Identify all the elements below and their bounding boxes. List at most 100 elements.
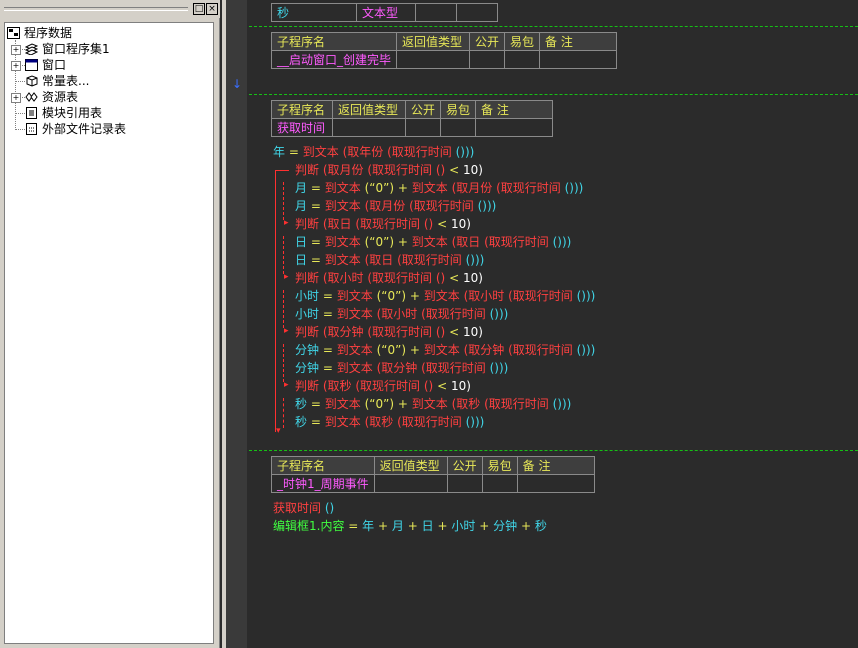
sub-note-cell[interactable] [475, 118, 554, 137]
sub-name-cell[interactable]: _时钟1_周期事件 [271, 474, 375, 493]
code-op: + [397, 235, 408, 249]
col-public: 公开 [404, 100, 442, 119]
code-line[interactable]: 分钟 = 到文本 (“0”) + 到文本 (取分钟 (取现行时间 ())) [295, 341, 595, 359]
code-fn: 到文本 [336, 343, 373, 357]
code-var: 分钟 [295, 361, 320, 375]
code-line[interactable]: 月 = 到文本 (取月份 (取现行时间 ())) [295, 197, 496, 215]
code-op: = [322, 343, 333, 357]
code-var: 小时 [295, 307, 320, 321]
code-fn: (取现行时间 [508, 289, 573, 303]
code-paren: () [435, 271, 446, 285]
sub-return-cell[interactable] [332, 118, 406, 137]
project-tree: 程序数据 + 窗口程序集1 + 窗口 常量表... + 资源表 模块引用表 外部… [4, 22, 214, 644]
close-pane-button[interactable]: × [206, 3, 218, 15]
code-var: 月 [295, 181, 308, 195]
code-op: + [409, 289, 420, 303]
code-line[interactable]: 秒 = 到文本 (取秒 (取现行时间 ())) [295, 413, 484, 431]
subroutine-table: 子程序名 返回值类型 公开 易包 备 注 _时钟1_周期事件 [271, 456, 595, 493]
tree-item-label: 常量表... [42, 74, 90, 88]
expand-toggle[interactable]: + [11, 45, 21, 55]
code-paren: ())) [489, 307, 509, 321]
code-line[interactable]: 判断 (取秒 (取现行时间 () < 10) [295, 377, 471, 395]
flow-arrow-icon: ▸ [284, 326, 289, 336]
code-fn: 到文本 [336, 307, 373, 321]
sub-note-cell[interactable] [516, 474, 595, 493]
sub-name-cell[interactable]: __启动窗口_创建完毕 [270, 50, 398, 69]
code-line[interactable]: 年 = 到文本 (取年份 (取现行时间 ())) [273, 143, 474, 161]
sub-easy-cell[interactable] [440, 118, 477, 137]
code-fn: (取小时 [463, 289, 505, 303]
code-fn: (取现行时间 [484, 397, 549, 411]
code-line[interactable]: 小时 = 到文本 (“0”) + 到文本 (取小时 (取现行时间 ())) [295, 287, 595, 305]
sub-public-cell[interactable] [469, 50, 506, 69]
code-var: 日 [295, 253, 308, 267]
flow-arrow-icon: ▾ [276, 426, 281, 436]
code-line[interactable]: 小时 = 到文本 (取小时 (取现行时间 ())) [295, 305, 508, 323]
expand-toggle[interactable]: + [11, 93, 21, 103]
code-str: (“0”) [364, 235, 395, 249]
sub-name-cell[interactable]: 获取时间 [271, 118, 333, 137]
flow-branch-line [283, 236, 284, 274]
code-op: = [322, 307, 333, 321]
code-num: 10) [462, 325, 483, 339]
code-line[interactable]: 编辑框1.内容 = 年 + 月 + 日 + 小时 + 分钟 + 秒 [273, 517, 547, 535]
flow-arrow-icon: ▸ [284, 218, 289, 228]
code-line[interactable]: 月 = 到文本 (“0”) + 到文本 (取月份 (取现行时间 ())) [295, 179, 583, 197]
pane-grip-highlight [4, 10, 188, 11]
col-easy-package: 易包 [504, 32, 541, 51]
pane-grip[interactable] [4, 7, 188, 8]
code-fn: 到文本 [324, 235, 361, 249]
variable-cell[interactable] [456, 3, 498, 22]
code-fn: 到文本 [423, 289, 460, 303]
code-line[interactable]: 判断 (取小时 (取现行时间 () < 10) [295, 269, 483, 287]
code-line[interactable]: 日 = 到文本 (取日 (取现行时间 ())) [295, 251, 484, 269]
code-fn: (取分钟 [463, 343, 505, 357]
code-line[interactable]: 判断 (取月份 (取现行时间 () < 10) [295, 161, 483, 179]
code-op: = [322, 361, 333, 375]
sub-easy-cell[interactable] [504, 50, 541, 69]
sub-easy-cell[interactable] [481, 474, 518, 493]
code-op: + [409, 343, 420, 357]
pin-button[interactable]: □ [193, 3, 205, 15]
tree-connector [15, 129, 25, 130]
code-line[interactable]: 秒 = 到文本 (“0”) + 到文本 (取秒 (取现行时间 ())) [295, 395, 571, 413]
subroutine-table: 子程序名 返回值类型 公开 易包 备 注 __启动窗口_创建完毕 [270, 32, 618, 69]
variable-type-cell[interactable]: 文本型 [356, 3, 416, 22]
code-line[interactable]: 判断 (取日 (取现行时间 () < 10) [295, 215, 471, 233]
code-line[interactable]: 日 = 到文本 (“0”) + 到文本 (取日 (取现行时间 ())) [295, 233, 571, 251]
col-note: 备 注 [516, 456, 595, 475]
module-ref-icon [26, 107, 37, 119]
code-line[interactable]: 获取时间 () [273, 499, 334, 517]
flow-branch-line [283, 182, 284, 220]
code-fn: 到文本 [423, 343, 460, 357]
code-op: = [310, 199, 321, 213]
code-gutter [226, 0, 247, 648]
code-op: + [437, 519, 448, 533]
sub-public-cell[interactable] [446, 474, 483, 493]
sub-return-cell[interactable] [396, 50, 471, 69]
sub-public-cell[interactable] [404, 118, 442, 137]
code-line[interactable]: 判断 (取分钟 (取现行时间 () < 10) [295, 323, 483, 341]
code-fn: (取秒 [364, 415, 394, 429]
code-paren: () [423, 217, 434, 231]
code-fn: 到文本 [411, 397, 448, 411]
code-op: < [437, 379, 448, 393]
resources-icon [25, 92, 38, 102]
constants-cube-icon [26, 75, 38, 87]
current-line-arrow-icon: ↓ [232, 77, 243, 91]
code-line[interactable]: 分钟 = 到文本 (取分钟 (取现行时间 ())) [295, 359, 508, 377]
tree-item-label: 窗口 [42, 58, 67, 72]
external-file-icon [26, 123, 37, 135]
variable-cell[interactable] [415, 3, 457, 22]
expand-toggle[interactable]: + [11, 61, 21, 71]
code-fn: (取日 [451, 235, 481, 249]
code-fn: 到文本 [324, 415, 361, 429]
code-paren: ())) [576, 289, 596, 303]
sub-separator [249, 94, 858, 95]
code-op: = [348, 519, 359, 533]
sub-note-cell[interactable] [539, 50, 618, 69]
variable-name-cell[interactable]: 秒 [271, 3, 357, 22]
tree-item-label: 资源表 [42, 90, 79, 104]
sub-return-cell[interactable] [373, 474, 448, 493]
tree-item-label: 窗口程序集1 [42, 42, 110, 56]
